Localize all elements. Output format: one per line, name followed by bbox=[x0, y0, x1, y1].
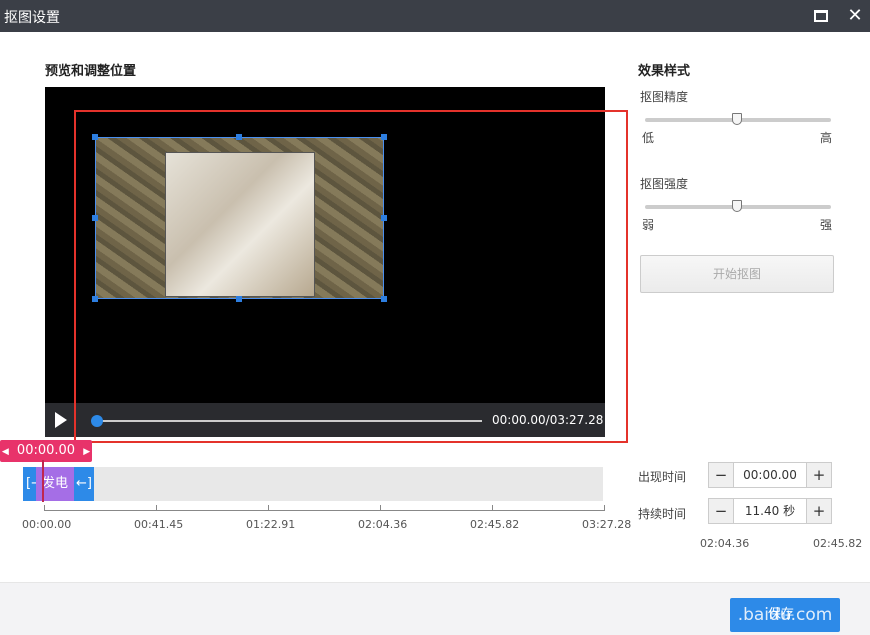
title-bar: 抠图设置 ✕ bbox=[0, 0, 870, 32]
prev-frame-icon[interactable]: ◀ bbox=[2, 447, 9, 457]
timeline-track[interactable] bbox=[23, 467, 603, 501]
window-title: 抠图设置 bbox=[4, 10, 60, 26]
tick-label: 00:00.00 bbox=[22, 518, 72, 531]
ruler-tick bbox=[156, 505, 157, 511]
strength-thumb[interactable] bbox=[732, 200, 742, 212]
close-icon: ✕ bbox=[847, 5, 863, 26]
strength-max: 强 bbox=[820, 218, 833, 232]
cursor-time: 00:00.00 bbox=[16, 443, 76, 458]
duration-stepper[interactable]: − 11.40 秒 + bbox=[708, 498, 832, 524]
tick-label: 02:45.82 bbox=[813, 537, 863, 550]
maximize-icon bbox=[814, 10, 828, 22]
precision-max: 高 bbox=[820, 131, 833, 145]
duration-label: 持续时间 bbox=[638, 507, 687, 521]
minus-button[interactable]: − bbox=[709, 499, 733, 523]
tick-label: 01:22.91 bbox=[246, 518, 296, 531]
minus-button[interactable]: − bbox=[709, 463, 733, 487]
strength-min: 弱 bbox=[642, 218, 655, 232]
timeline-clip[interactable]: [→ 发电 ←] bbox=[23, 467, 94, 501]
tick-label: 00:41.45 bbox=[134, 518, 184, 531]
ruler-tick bbox=[604, 505, 605, 511]
save-label: 保存 bbox=[768, 607, 795, 622]
tick-label: 02:04.36 bbox=[358, 518, 408, 531]
ruler-tick bbox=[268, 505, 269, 511]
plus-button[interactable]: + bbox=[807, 463, 831, 487]
tick-label: 03:27.28 bbox=[582, 518, 632, 531]
precision-min: 低 bbox=[642, 131, 655, 145]
tick-label: 02:04.36 bbox=[700, 537, 750, 550]
save-button[interactable]: .baidu.com 保存 bbox=[730, 598, 840, 632]
effects-title: 效果样式 bbox=[638, 64, 691, 79]
play-icon[interactable] bbox=[55, 412, 67, 428]
maximize-button[interactable] bbox=[811, 6, 831, 26]
ruler-tick bbox=[492, 505, 493, 511]
next-frame-icon[interactable]: ▶ bbox=[83, 447, 90, 457]
precision-thumb[interactable] bbox=[732, 113, 742, 125]
preview-title: 预览和调整位置 bbox=[45, 64, 137, 79]
strength-label: 抠图强度 bbox=[640, 177, 689, 191]
tick-label: 02:45.82 bbox=[470, 518, 520, 531]
ruler-tick bbox=[380, 505, 381, 511]
cursor-time-badge[interactable]: ◀ 00:00.00 ▶ bbox=[0, 440, 92, 462]
start-cutout-button[interactable]: 开始抠图 bbox=[640, 255, 834, 293]
appear-value[interactable]: 00:00.00 bbox=[733, 463, 807, 487]
precision-label: 抠图精度 bbox=[640, 90, 689, 104]
highlight-box bbox=[74, 110, 628, 443]
ruler-line bbox=[44, 510, 604, 511]
appear-label: 出现时间 bbox=[638, 470, 687, 484]
clip-end-icon[interactable]: ←] bbox=[76, 467, 92, 501]
close-button[interactable]: ✕ bbox=[845, 6, 865, 26]
appear-stepper[interactable]: − 00:00.00 + bbox=[708, 462, 832, 488]
ruler-tick bbox=[44, 505, 45, 511]
playhead[interactable] bbox=[42, 460, 44, 502]
plus-button[interactable]: + bbox=[807, 499, 831, 523]
duration-value[interactable]: 11.40 秒 bbox=[733, 499, 807, 523]
